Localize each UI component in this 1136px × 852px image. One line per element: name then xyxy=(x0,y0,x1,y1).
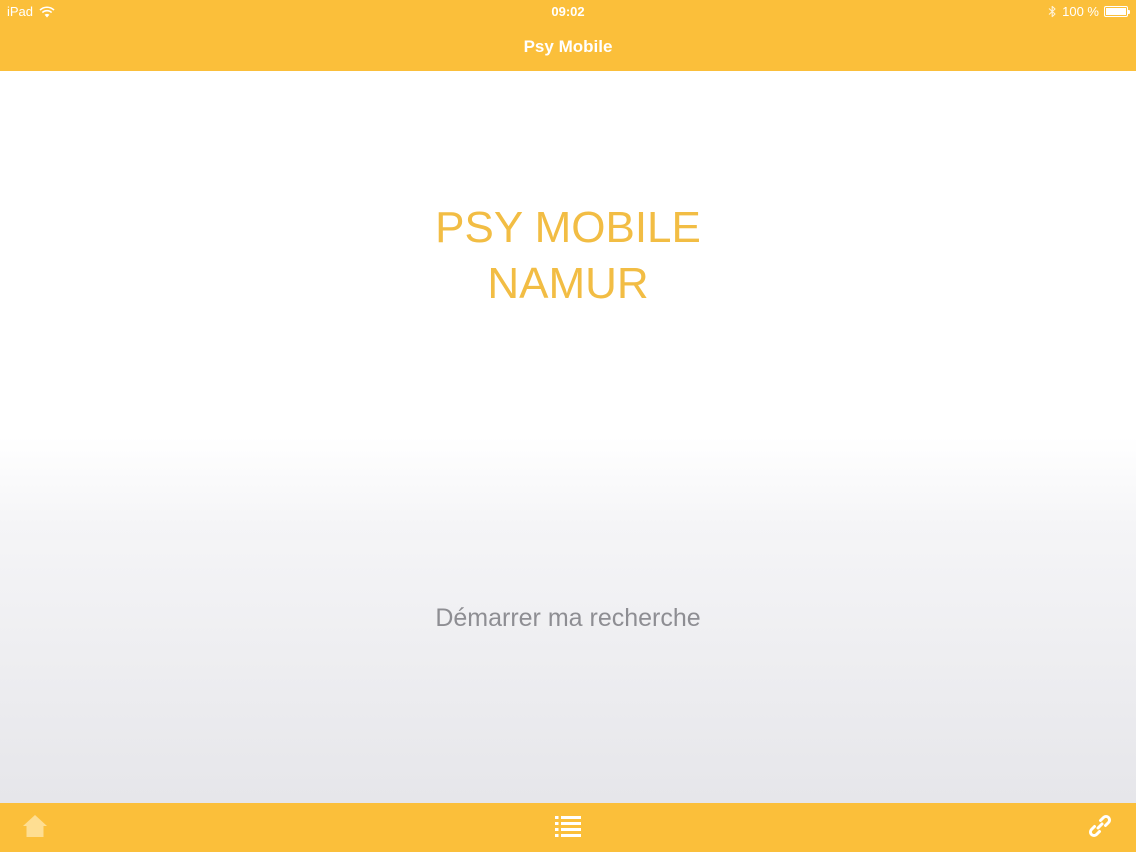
tab-home[interactable] xyxy=(20,813,50,843)
tab-list[interactable] xyxy=(553,813,583,843)
bluetooth-icon xyxy=(1048,5,1057,18)
status-time: 09:02 xyxy=(551,4,585,19)
top-bar: iPad 09:02 100 % Psy Mobile xyxy=(0,0,1136,71)
list-icon xyxy=(554,814,582,843)
battery-icon xyxy=(1104,6,1130,17)
battery-percent: 100 % xyxy=(1062,4,1099,19)
status-bar: iPad 09:02 100 % xyxy=(0,0,1136,22)
nav-title: Psy Mobile xyxy=(523,37,613,56)
tab-bar xyxy=(0,803,1136,852)
start-search-button[interactable]: Démarrer ma recherche xyxy=(435,604,700,632)
status-right-group: 100 % xyxy=(1048,4,1130,19)
tab-links[interactable] xyxy=(1085,813,1115,843)
app-title-line-2: NAMUR xyxy=(487,259,649,308)
home-icon xyxy=(21,813,49,844)
start-search-container: Démarrer ma recherche xyxy=(0,604,1136,633)
app-screen: iPad 09:02 100 % Psy Mobile PSY MOBILE N… xyxy=(0,0,1136,852)
battery-level-fill xyxy=(1106,8,1126,15)
link-icon xyxy=(1087,813,1113,844)
app-title: PSY MOBILE NAMUR xyxy=(0,200,1136,312)
app-title-line-1: PSY MOBILE xyxy=(435,203,701,252)
main-content: PSY MOBILE NAMUR Démarrer ma recherche xyxy=(0,71,1136,803)
